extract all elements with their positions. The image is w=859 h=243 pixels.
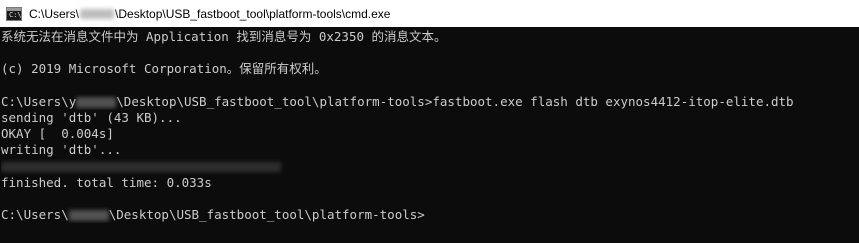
console-line: 系统无法在消息文件中为 Application 找到消息号为 0x2350 的消…: [1, 29, 447, 44]
prompt-path-prefix: C:\Users\y: [1, 93, 77, 109]
cmd-window: C:\ C:\Users\ \Desktop\USB_fastboot_tool\…: [0, 0, 859, 243]
window-title: C:\Users\ \Desktop\USB_fastboot_tool\plat…: [29, 7, 390, 21]
redacted-username: [80, 9, 115, 20]
console-line: (c) 2019 Microsoft Corporation。保留所有权利。: [1, 61, 327, 77]
console-line: writing 'dtb'...: [1, 142, 122, 158]
prompt-path: \Desktop\USB_fastboot_tool\platform-tool…: [108, 207, 425, 223]
console-prompt-line: C:\Users\y \Desktop\USB_fastboot_tool\pla…: [1, 94, 859, 110]
cmd-icon-glyph: C:\: [9, 10, 22, 19]
window-title-suffix: \Desktop\USB_fastboot_tool\platform-tool…: [115, 6, 391, 21]
console-line: finished. total time: 0.033s: [1, 174, 212, 190]
cmd-icon[interactable]: C:\: [6, 6, 22, 21]
console-redacted-line: [1, 159, 859, 175]
console-output[interactable]: 系统无法在消息文件中为 Application 找到消息号为 0x2350 的消…: [1, 29, 859, 223]
window-title-prefix: C:\Users\: [29, 6, 80, 21]
console-prompt-line: C:\Users\ \Desktop\USB_fastboot_tool\plat…: [1, 207, 859, 223]
redacted-output: [1, 162, 281, 172]
title-bar[interactable]: C:\ C:\Users\ \Desktop\USB_fastboot_tool\…: [0, 0, 859, 27]
console-line: OKAY [ 0.004s]: [1, 126, 114, 142]
prompt-command: \Desktop\USB_fastboot_tool\platform-tool…: [116, 93, 794, 109]
console-line: sending 'dtb' (43 KB)...: [1, 109, 182, 125]
redacted-username: [76, 96, 117, 108]
redacted-username: [68, 210, 109, 222]
prompt-path-prefix: C:\Users\: [1, 207, 69, 223]
